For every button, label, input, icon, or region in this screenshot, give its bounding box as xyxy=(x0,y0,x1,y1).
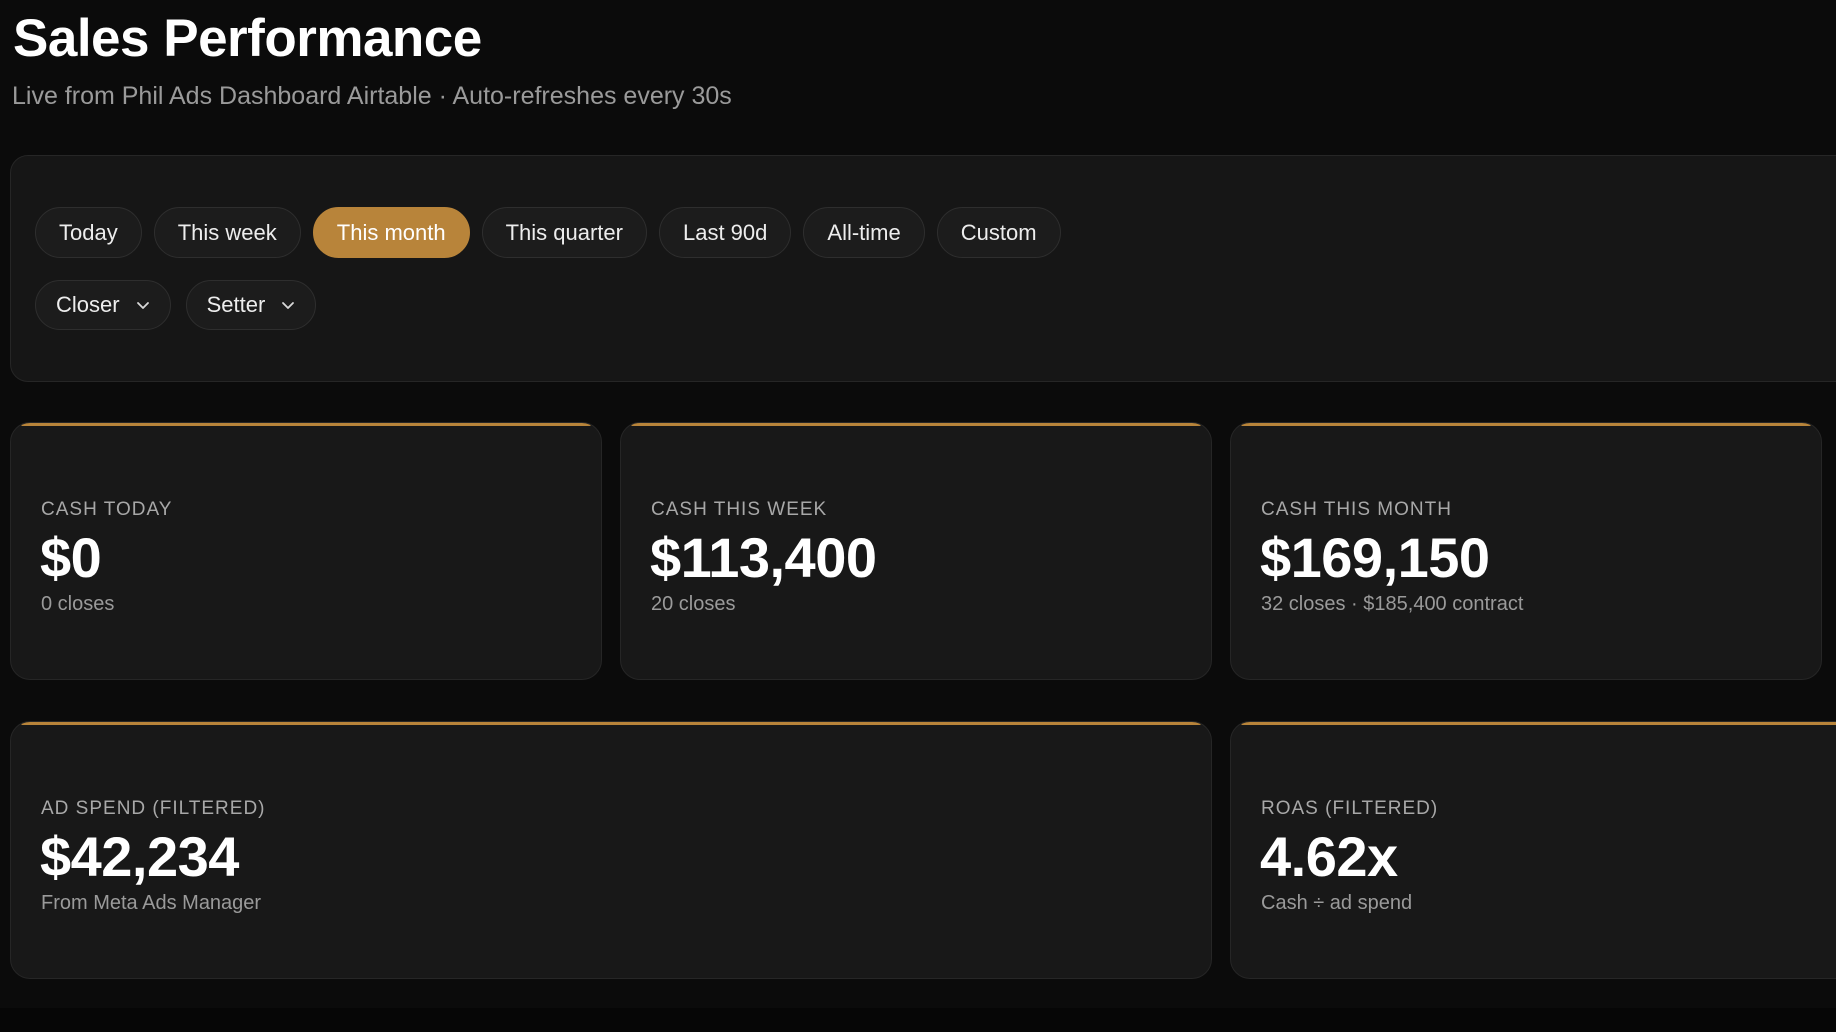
metric-label: CASH THIS MONTH xyxy=(1261,499,1452,520)
metric-value: $169,150 xyxy=(1260,526,1490,589)
ad-spend-card: AD SPEND (FILTERED) $42,234 From Meta Ad… xyxy=(10,721,1212,979)
cash-month-card: CASH THIS MONTH $169,150 32 closes · $18… xyxy=(1230,422,1822,680)
range-all-time-button[interactable]: All-time xyxy=(803,207,925,258)
range-this-week-button[interactable]: This week xyxy=(153,207,301,258)
metric-subtext: Cash ÷ ad spend xyxy=(1261,892,1413,914)
closer-dropdown[interactable]: Closer xyxy=(35,280,171,330)
metric-subtext: 20 closes xyxy=(651,593,736,615)
bottom-bar xyxy=(0,1008,1836,1032)
cash-week-card: CASH THIS WEEK $113,400 20 closes xyxy=(620,422,1212,680)
metric-label: ROAS (FILTERED) xyxy=(1261,798,1439,819)
metric-value: $42,234 xyxy=(40,825,239,888)
range-custom-button[interactable]: Custom xyxy=(936,207,1061,258)
range-this-quarter-button[interactable]: This quarter xyxy=(481,207,647,258)
metric-subtext: 32 closes · $185,400 contract xyxy=(1261,593,1524,615)
date-range-selector: Today This week This month This quarter … xyxy=(35,207,1061,258)
metric-value: 4.62x xyxy=(1260,825,1398,888)
person-filters: Closer Setter xyxy=(35,280,317,330)
metric-subtext: 0 closes xyxy=(41,593,115,615)
metric-label: AD SPEND (FILTERED) xyxy=(41,798,266,819)
range-this-month-button[interactable]: This month xyxy=(312,207,470,258)
page-subtitle: Live from Phil Ads Dashboard Airtable · … xyxy=(12,82,732,110)
metric-label: CASH TODAY xyxy=(41,499,173,520)
chevron-down-icon xyxy=(282,302,295,309)
cash-today-card: CASH TODAY $0 0 closes xyxy=(10,422,602,680)
chevron-down-icon xyxy=(136,302,149,309)
filter-panel: Today This week This month This quarter … xyxy=(10,155,1836,382)
metric-value: $113,400 xyxy=(650,526,877,589)
range-last-90d-button[interactable]: Last 90d xyxy=(658,207,792,258)
page-title: Sales Performance xyxy=(13,9,482,68)
metric-value: $0 xyxy=(40,526,102,589)
closer-dropdown-label: Closer xyxy=(56,292,120,317)
setter-dropdown-label: Setter xyxy=(206,292,266,317)
metric-subtext: From Meta Ads Manager xyxy=(41,892,262,914)
roas-card: ROAS (FILTERED) 4.62x Cash ÷ ad spend xyxy=(1230,721,1836,979)
metric-label: CASH THIS WEEK xyxy=(651,499,828,520)
range-today-button[interactable]: Today xyxy=(35,207,142,258)
setter-dropdown[interactable]: Setter xyxy=(185,280,317,330)
